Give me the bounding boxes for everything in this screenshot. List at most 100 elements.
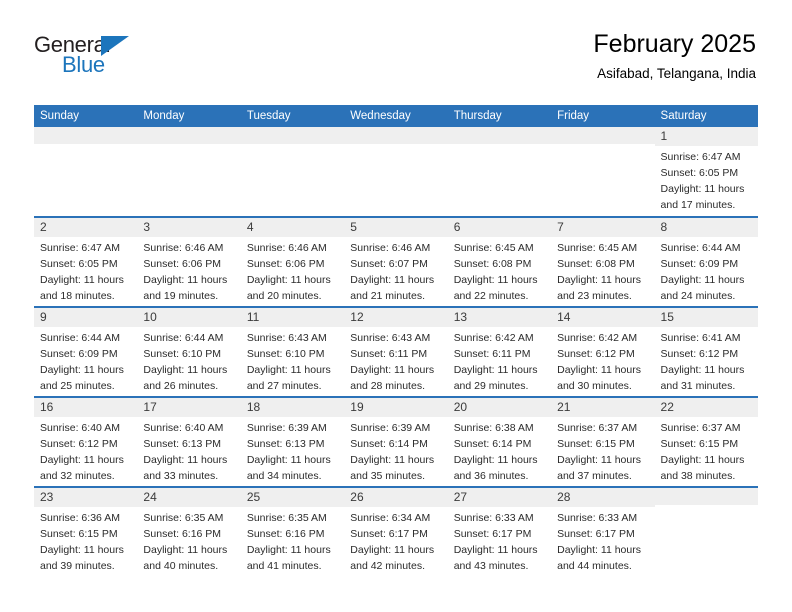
day-details: Sunrise: 6:35 AM Sunset: 6:16 PM Daylight:… xyxy=(241,507,344,575)
day-number: 11 xyxy=(240,308,345,328)
day-details: Sunrise: 6:39 AM Sunset: 6:13 PM Daylight:… xyxy=(241,417,344,485)
calendar-day-cell[interactable]: 4 Sunrise: 6:46 AM Sunset: 6:06 PM Daylight… xyxy=(240,216,345,307)
calendar-day-cell[interactable]: 7 Sunrise: 6:45 AM Sunset: 6:08 PM Daylight… xyxy=(551,216,655,307)
day-details: Sunrise: 6:44 AM Sunset: 6:09 PM Daylight:… xyxy=(34,327,137,395)
day-number xyxy=(344,127,448,144)
calendar-day-cell[interactable]: 3 Sunrise: 6:46 AM Sunset: 6:06 PM Daylight… xyxy=(137,216,241,307)
calendar-day-cell[interactable]: 21 Sunrise: 6:37 AM Sunset: 6:15 PM Dayligh… xyxy=(551,396,655,487)
page-header: General Blue February 2025 Asifabad, Tel… xyxy=(0,0,792,81)
day-details: Sunrise: 6:34 AM Sunset: 6:17 PM Daylight:… xyxy=(344,507,447,575)
daylight-text-line1: Daylight: 11 hours xyxy=(557,364,641,377)
calendar-day-cell[interactable]: 26 Sunrise: 6:34 AM Sunset: 6:17 PM Dayligh… xyxy=(344,486,448,577)
day-details: Sunrise: 6:40 AM Sunset: 6:13 PM Daylight:… xyxy=(137,417,240,485)
calendar-day-cell[interactable]: 27 Sunrise: 6:33 AM Sunset: 6:17 PM Dayligh… xyxy=(447,486,552,577)
daylight-text-line2: and 34 minutes. xyxy=(246,470,322,483)
day-details: Sunrise: 6:33 AM Sunset: 6:17 PM Daylight:… xyxy=(551,507,654,575)
day-number: 15 xyxy=(654,308,758,328)
daylight-text-line2: and 30 minutes. xyxy=(557,380,632,393)
sunrise-text: Sunrise: 6:42 AM xyxy=(453,332,534,345)
calendar-day-cell[interactable]: 24 Sunrise: 6:35 AM Sunset: 6:16 PM Dayligh… xyxy=(137,486,241,577)
daylight-text-line2: and 24 minutes. xyxy=(660,290,736,303)
sunset-text: Sunset: 6:07 PM xyxy=(350,258,428,271)
calendar-day-cell[interactable]: 13 Sunrise: 6:42 AM Sunset: 6:11 PM Dayligh… xyxy=(447,306,552,397)
day-details: Sunrise: 6:42 AM Sunset: 6:11 PM Daylight:… xyxy=(448,327,551,395)
daylight-text-line2: and 20 minutes. xyxy=(246,290,322,303)
day-number: 17 xyxy=(137,398,241,418)
calendar-day-cell[interactable]: 17 Sunrise: 6:40 AM Sunset: 6:13 PM Dayligh… xyxy=(137,396,241,487)
day-details: Sunrise: 6:43 AM Sunset: 6:10 PM Daylight:… xyxy=(241,327,344,395)
daylight-text-line2: and 26 minutes. xyxy=(143,380,219,393)
day-details: Sunrise: 6:44 AM Sunset: 6:10 PM Daylight:… xyxy=(137,327,240,395)
calendar-day-cell[interactable]: 25 Sunrise: 6:35 AM Sunset: 6:16 PM Dayligh… xyxy=(240,486,345,577)
day-number xyxy=(240,127,345,144)
sunrise-text: Sunrise: 6:46 AM xyxy=(143,242,224,255)
sunrise-text: Sunrise: 6:40 AM xyxy=(143,422,224,435)
sunrise-text: Sunrise: 6:45 AM xyxy=(557,242,638,255)
daylight-text-line1: Daylight: 11 hours xyxy=(40,454,124,467)
calendar-day-cell[interactable]: 22 Sunrise: 6:37 AM Sunset: 6:15 PM Dayligh… xyxy=(654,396,758,487)
calendar-week-row: 1 Sunrise: 6:47 AM Sunset: 6:05 PM Daylight… xyxy=(34,127,758,217)
weekday-header-saturday: Saturday xyxy=(654,105,758,127)
day-number: 6 xyxy=(447,218,552,238)
weekday-header-sunday: Sunday xyxy=(34,105,138,127)
calendar-page: General Blue February 2025 Asifabad, Tel… xyxy=(0,0,792,612)
sunset-text: Sunset: 6:13 PM xyxy=(246,438,325,451)
daylight-text-line1: Daylight: 11 hours xyxy=(40,274,124,287)
day-number: 4 xyxy=(240,218,345,238)
calendar-day-cell[interactable]: 8 Sunrise: 6:44 AM Sunset: 6:09 PM Daylight… xyxy=(654,216,758,307)
day-number xyxy=(137,127,241,144)
calendar-day-cell-empty xyxy=(447,127,552,217)
daylight-text-line1: Daylight: 11 hours xyxy=(557,544,641,557)
daylight-text-line1: Daylight: 11 hours xyxy=(350,274,435,287)
day-details: Sunrise: 6:46 AM Sunset: 6:07 PM Daylight:… xyxy=(344,237,447,305)
day-details: Sunrise: 6:47 AM Sunset: 6:05 PM Daylight:… xyxy=(34,237,137,305)
day-number: 7 xyxy=(551,218,655,238)
calendar-day-cell[interactable]: 19 Sunrise: 6:39 AM Sunset: 6:14 PM Dayligh… xyxy=(344,396,448,487)
general-blue-logo[interactable]: General Blue xyxy=(34,30,144,76)
sunset-text: Sunset: 6:05 PM xyxy=(660,167,739,180)
sunset-text: Sunset: 6:09 PM xyxy=(40,348,118,361)
sunrise-text: Sunrise: 6:47 AM xyxy=(660,151,741,164)
day-number: 19 xyxy=(344,398,448,418)
calendar-day-cell-empty xyxy=(240,127,345,217)
sunset-text: Sunset: 6:08 PM xyxy=(453,258,532,271)
calendar-day-cell[interactable]: 2 Sunrise: 6:47 AM Sunset: 6:05 PM Daylight… xyxy=(34,216,138,307)
calendar-day-cell[interactable]: 5 Sunrise: 6:46 AM Sunset: 6:07 PM Daylight… xyxy=(344,216,448,307)
daylight-text-line1: Daylight: 11 hours xyxy=(557,274,641,287)
daylight-text-line2: and 44 minutes. xyxy=(557,560,632,573)
calendar-day-cell[interactable]: 28 Sunrise: 6:33 AM Sunset: 6:17 PM Dayligh… xyxy=(551,486,655,577)
calendar-day-cell[interactable]: 12 Sunrise: 6:43 AM Sunset: 6:11 PM Dayligh… xyxy=(344,306,448,397)
calendar-day-cell[interactable]: 11 Sunrise: 6:43 AM Sunset: 6:10 PM Dayligh… xyxy=(240,306,345,397)
daylight-text-line1: Daylight: 11 hours xyxy=(453,454,538,467)
daylight-text-line1: Daylight: 11 hours xyxy=(143,274,228,287)
daylight-text-line1: Daylight: 11 hours xyxy=(660,183,745,196)
calendar-day-cell[interactable]: 16 Sunrise: 6:40 AM Sunset: 6:12 PM Dayligh… xyxy=(34,396,138,487)
daylight-text-line1: Daylight: 11 hours xyxy=(40,544,124,557)
day-number: 12 xyxy=(344,308,448,328)
daylight-text-line2: and 17 minutes. xyxy=(660,199,736,212)
calendar-day-cell[interactable]: 18 Sunrise: 6:39 AM Sunset: 6:13 PM Dayligh… xyxy=(240,396,345,487)
calendar-day-cell[interactable]: 10 Sunrise: 6:44 AM Sunset: 6:10 PM Dayligh… xyxy=(137,306,241,397)
daylight-text-line2: and 29 minutes. xyxy=(453,380,529,393)
daylight-text-line1: Daylight: 11 hours xyxy=(40,364,124,377)
calendar-day-cell[interactable]: 6 Sunrise: 6:45 AM Sunset: 6:08 PM Daylight… xyxy=(447,216,552,307)
calendar-day-cell[interactable]: 20 Sunrise: 6:38 AM Sunset: 6:14 PM Dayligh… xyxy=(447,396,552,487)
sunrise-text: Sunrise: 6:43 AM xyxy=(246,332,327,345)
sunrise-text: Sunrise: 6:44 AM xyxy=(40,332,120,345)
day-details: Sunrise: 6:41 AM Sunset: 6:12 PM Daylight:… xyxy=(655,327,758,395)
calendar-day-cell[interactable]: 1 Sunrise: 6:47 AM Sunset: 6:05 PM Daylight… xyxy=(654,127,758,217)
calendar-day-cell-empty xyxy=(34,127,138,217)
daylight-text-line2: and 37 minutes. xyxy=(557,470,632,483)
sunset-text: Sunset: 6:15 PM xyxy=(557,438,635,451)
calendar-day-cell[interactable]: 15 Sunrise: 6:41 AM Sunset: 6:12 PM Dayligh… xyxy=(654,306,758,397)
daylight-text-line2: and 38 minutes. xyxy=(660,470,736,483)
daylight-text-line2: and 43 minutes. xyxy=(453,560,529,573)
day-details: Sunrise: 6:40 AM Sunset: 6:12 PM Daylight:… xyxy=(34,417,137,485)
daylight-text-line1: Daylight: 11 hours xyxy=(143,454,228,467)
sunrise-text: Sunrise: 6:44 AM xyxy=(143,332,224,345)
daylight-text-line1: Daylight: 11 hours xyxy=(350,544,435,557)
calendar-day-cell[interactable]: 23 Sunrise: 6:36 AM Sunset: 6:15 PM Dayligh… xyxy=(34,486,138,577)
calendar-day-cell[interactable]: 9 Sunrise: 6:44 AM Sunset: 6:09 PM Daylight… xyxy=(34,306,138,397)
daylight-text-line1: Daylight: 11 hours xyxy=(350,454,435,467)
calendar-day-cell[interactable]: 14 Sunrise: 6:42 AM Sunset: 6:12 PM Dayligh… xyxy=(551,306,655,397)
